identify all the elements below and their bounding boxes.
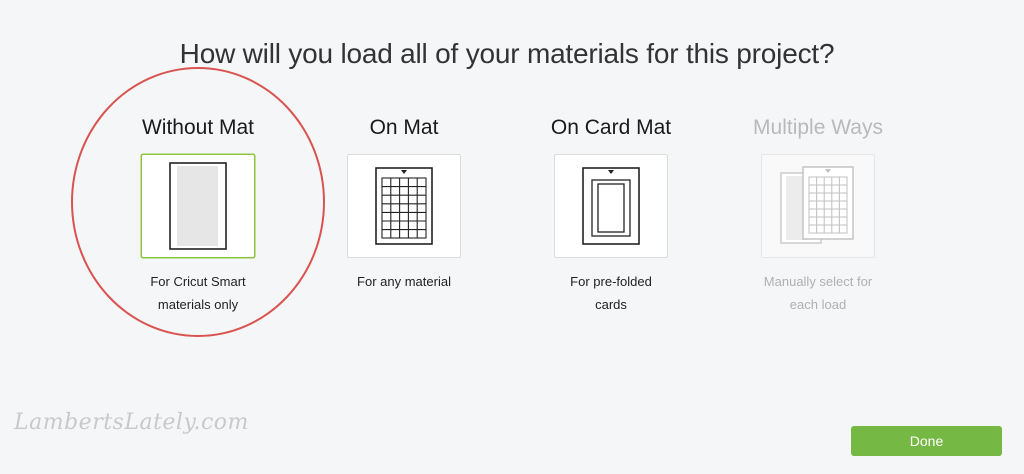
option-tile-without-mat[interactable] [141,154,255,258]
option-description: For pre-folded cards [570,274,652,312]
cutting-mat-icon [375,167,433,245]
option-tile-on-card-mat[interactable] [554,154,668,258]
page-title: How will you load all of your materials … [179,38,835,69]
smart-material-icon [169,162,227,250]
option-label: Multiple Ways [753,116,883,139]
option-label: On Card Mat [550,116,672,139]
option-tile-multiple-ways [761,154,875,258]
option-tile-on-mat[interactable] [347,154,461,258]
option-description: For any material [357,274,451,289]
option-description: For Cricut Smart materials only [150,274,246,312]
option-without-mat[interactable]: Without Mat For Cricut Smart materials o… [88,114,308,316]
watermark-logo: LambertsLately.com [14,410,249,435]
option-on-card-mat[interactable]: On Card Mat For pre-folded cards [501,114,721,316]
option-label: Without Mat [141,116,255,139]
option-description: Manually select for each load [763,274,873,312]
multiple-mats-icon [779,165,857,247]
option-multiple-ways: Multiple Ways Manually select for each l… [708,114,928,316]
done-button[interactable]: Done [851,426,1002,456]
card-mat-icon [582,167,640,245]
option-on-mat[interactable]: On Mat For any material [294,114,514,293]
option-label: On Mat [369,116,439,139]
